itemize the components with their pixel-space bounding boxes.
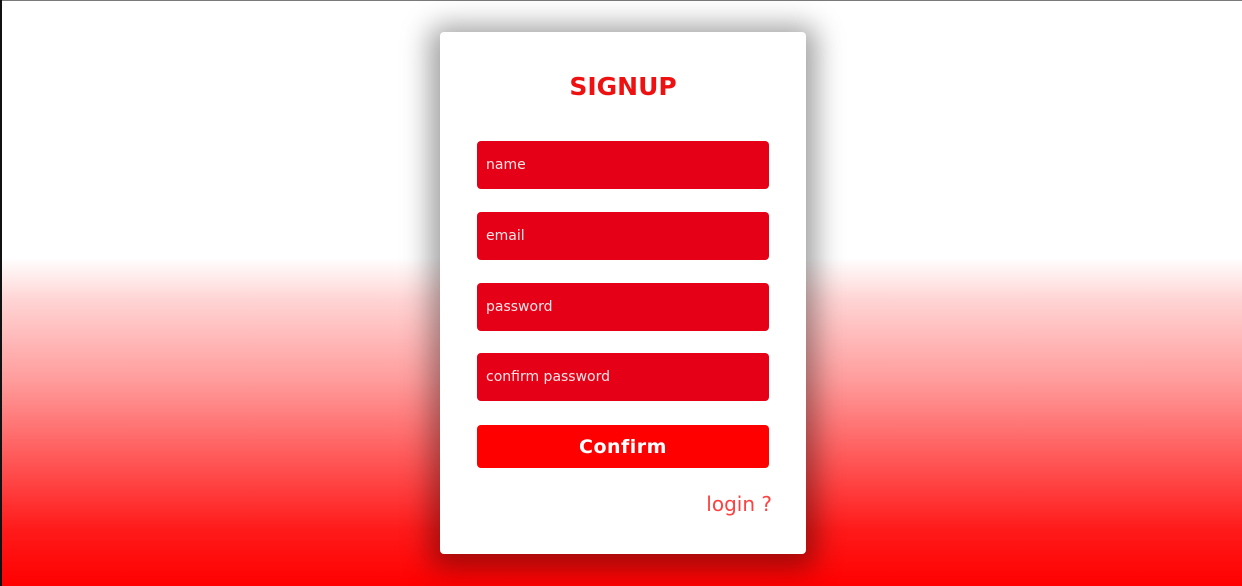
email-field[interactable] — [477, 212, 769, 260]
window-left-border — [0, 0, 2, 586]
password-field[interactable] — [477, 283, 769, 331]
name-field[interactable] — [477, 141, 769, 189]
login-link[interactable]: login ? — [680, 490, 772, 518]
window-top-border — [0, 0, 1242, 1]
confirm-password-field[interactable] — [477, 353, 769, 401]
confirm-button[interactable]: Confirm — [477, 425, 769, 468]
signup-title: SIGNUP — [569, 72, 677, 101]
